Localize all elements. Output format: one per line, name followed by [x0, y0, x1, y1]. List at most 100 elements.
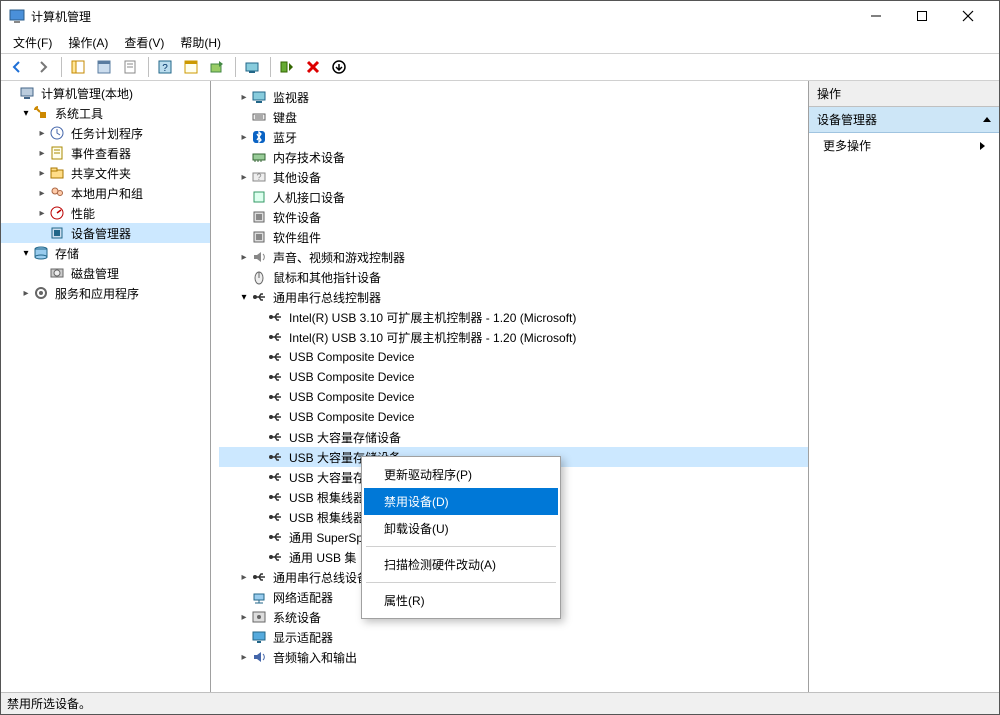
- tree-expand-icon[interactable]: [237, 252, 251, 263]
- export-button[interactable]: [118, 55, 142, 79]
- center-row[interactable]: USB Composite Device: [219, 367, 808, 387]
- center-label: USB Composite Device: [287, 410, 416, 424]
- left-label: 计算机管理(本地): [39, 85, 135, 102]
- left-label: 服务和应用程序: [53, 285, 141, 302]
- close-button[interactable]: [945, 1, 991, 31]
- tree-expand-icon[interactable]: [35, 188, 49, 199]
- center-row[interactable]: USB Composite Device: [219, 407, 808, 427]
- context-menu-item[interactable]: 禁用设备(D): [364, 488, 558, 515]
- center-pane: 监视器键盘蓝牙内存技术设备?其他设备人机接口设备软件设备软件组件声音、视频和游戏…: [211, 81, 809, 692]
- left-row[interactable]: 设备管理器: [1, 223, 210, 243]
- left-row[interactable]: 存储: [1, 243, 210, 263]
- minimize-button[interactable]: [853, 1, 899, 31]
- enable-device-button[interactable]: [275, 55, 299, 79]
- usb-icon: [267, 409, 283, 425]
- display-icon: [251, 629, 267, 645]
- usb-icon: [267, 329, 283, 345]
- left-label: 系统工具: [53, 105, 105, 122]
- sched-icon: [49, 125, 65, 141]
- hid-icon: [251, 189, 267, 205]
- left-label: 性能: [69, 205, 97, 222]
- center-row[interactable]: Intel(R) USB 3.10 可扩展主机控制器 - 1.20 (Micro…: [219, 327, 808, 347]
- left-row[interactable]: 性能: [1, 203, 210, 223]
- help-button[interactable]: ?: [153, 55, 177, 79]
- left-row[interactable]: 磁盘管理: [1, 263, 210, 283]
- scan-hardware-button[interactable]: [240, 55, 264, 79]
- center-row[interactable]: 人机接口设备: [219, 187, 808, 207]
- maximize-button[interactable]: [899, 1, 945, 31]
- center-label: 键盘: [271, 109, 299, 126]
- forward-button[interactable]: [31, 55, 55, 79]
- center-row[interactable]: 键盘: [219, 107, 808, 127]
- center-row[interactable]: USB 大容量存储设备: [219, 427, 808, 447]
- left-row[interactable]: 事件查看器: [1, 143, 210, 163]
- tree-expand-icon[interactable]: [35, 148, 49, 159]
- update-driver-button[interactable]: [205, 55, 229, 79]
- disable-device-button[interactable]: [327, 55, 351, 79]
- tree-expand-icon[interactable]: [237, 132, 251, 143]
- menu-action[interactable]: 操作(A): [60, 32, 116, 53]
- actions-header: 操作: [809, 81, 999, 107]
- center-label: USB 大容量存: [287, 469, 367, 486]
- console-tree[interactable]: 计算机管理(本地) 系统工具任务计划程序事件查看器共享文件夹本地用户和组性能设备管…: [1, 81, 210, 305]
- left-row[interactable]: 本地用户和组: [1, 183, 210, 203]
- more-actions-item[interactable]: 更多操作: [809, 133, 999, 158]
- tree-expand-icon[interactable]: [19, 108, 33, 119]
- left-row[interactable]: 任务计划程序: [1, 123, 210, 143]
- center-row[interactable]: 内存技术设备: [219, 147, 808, 167]
- show-hide-tree-button[interactable]: [66, 55, 90, 79]
- collapse-icon: [983, 117, 991, 122]
- tree-expand-icon[interactable]: [237, 172, 251, 183]
- tree-expand-icon[interactable]: [19, 288, 33, 299]
- center-row[interactable]: 蓝牙: [219, 127, 808, 147]
- tree-expand-icon[interactable]: [35, 208, 49, 219]
- menu-file[interactable]: 文件(F): [5, 32, 60, 53]
- back-button[interactable]: [5, 55, 29, 79]
- center-label: 系统设备: [271, 609, 323, 626]
- tree-expand-icon[interactable]: [237, 292, 251, 303]
- left-row[interactable]: 计算机管理(本地): [1, 83, 210, 103]
- center-row[interactable]: 软件组件: [219, 227, 808, 247]
- center-label: USB Composite Device: [287, 350, 416, 364]
- left-row[interactable]: 共享文件夹: [1, 163, 210, 183]
- center-label: 音频输入和输出: [271, 649, 359, 666]
- context-menu-item[interactable]: 属性(R): [364, 587, 558, 614]
- left-row[interactable]: 系统工具: [1, 103, 210, 123]
- users-icon: [49, 185, 65, 201]
- menu-help[interactable]: 帮助(H): [172, 32, 229, 53]
- tree-expand-icon[interactable]: [237, 92, 251, 103]
- tree-expand-icon[interactable]: [237, 652, 251, 663]
- tree-expand-icon[interactable]: [19, 248, 33, 259]
- center-row[interactable]: 鼠标和其他指针设备: [219, 267, 808, 287]
- statusbar: 禁用所选设备。: [1, 692, 999, 714]
- center-row[interactable]: 监视器: [219, 87, 808, 107]
- show-hidden-button[interactable]: [179, 55, 203, 79]
- menu-view[interactable]: 查看(V): [116, 32, 172, 53]
- center-label: 人机接口设备: [271, 189, 347, 206]
- tree-expand-icon[interactable]: [35, 128, 49, 139]
- center-row[interactable]: 声音、视频和游戏控制器: [219, 247, 808, 267]
- center-row[interactable]: 通用串行总线控制器: [219, 287, 808, 307]
- context-menu-item[interactable]: 卸载设备(U): [364, 515, 558, 542]
- properties-button[interactable]: [92, 55, 116, 79]
- center-row[interactable]: 音频输入和输出: [219, 647, 808, 667]
- tree-expand-icon[interactable]: [237, 572, 251, 583]
- center-row[interactable]: USB Composite Device: [219, 387, 808, 407]
- left-label: 本地用户和组: [69, 185, 145, 202]
- keyboard-icon: [251, 109, 267, 125]
- center-row[interactable]: 显示适配器: [219, 627, 808, 647]
- disk-icon: [49, 265, 65, 281]
- context-menu-item[interactable]: 扫描检测硬件改动(A): [364, 551, 558, 578]
- center-row[interactable]: ?其他设备: [219, 167, 808, 187]
- memory-icon: [251, 149, 267, 165]
- uninstall-device-button[interactable]: [301, 55, 325, 79]
- tree-expand-icon[interactable]: [35, 168, 49, 179]
- window: 计算机管理 文件(F) 操作(A) 查看(V) 帮助(H) ?: [0, 0, 1000, 715]
- context-menu-item[interactable]: 更新驱动程序(P): [364, 461, 558, 488]
- center-row[interactable]: 软件设备: [219, 207, 808, 227]
- tree-expand-icon[interactable]: [237, 612, 251, 623]
- center-row[interactable]: USB Composite Device: [219, 347, 808, 367]
- left-row[interactable]: 服务和应用程序: [1, 283, 210, 303]
- actions-section[interactable]: 设备管理器: [809, 107, 999, 133]
- center-row[interactable]: Intel(R) USB 3.10 可扩展主机控制器 - 1.20 (Micro…: [219, 307, 808, 327]
